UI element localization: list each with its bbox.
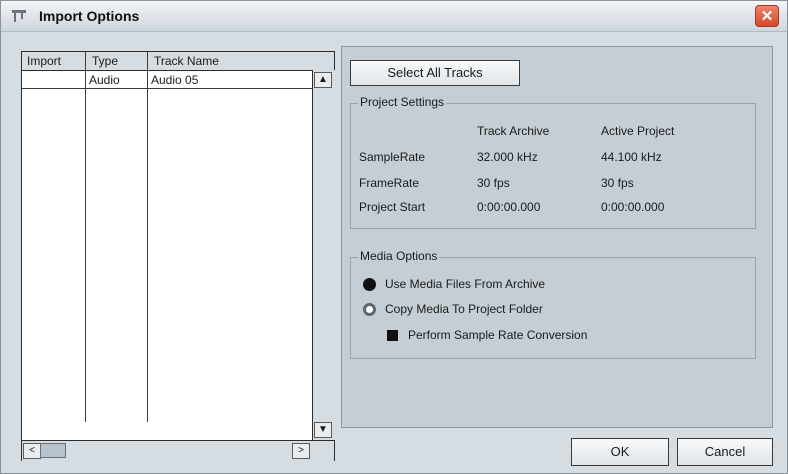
select-all-tracks-button[interactable]: Select All Tracks xyxy=(350,60,520,86)
project-settings-title: Project Settings xyxy=(358,95,447,109)
samplerate-label: SampleRate xyxy=(359,150,426,164)
chevron-left-icon: < xyxy=(29,445,35,456)
scroll-left-button[interactable]: < xyxy=(23,443,41,459)
sample-rate-conversion-label[interactable]: Perform Sample Rate Conversion xyxy=(408,328,587,342)
chevron-right-icon: > xyxy=(298,445,304,456)
project-start-archive-value: 0:00:00.000 xyxy=(477,200,541,214)
cancel-button[interactable]: Cancel xyxy=(677,438,773,466)
framerate-archive-value: 30 fps xyxy=(477,176,510,190)
cell-track-name: Audio 05 xyxy=(151,73,199,87)
scroll-right-button[interactable]: > xyxy=(292,443,310,459)
column-header-type[interactable]: Type xyxy=(92,54,118,68)
framerate-label: FrameRate xyxy=(359,176,420,190)
scroll-down-button[interactable]: ▼ xyxy=(314,422,332,438)
project-settings-group: Project Settings Track Archive Active Pr… xyxy=(350,95,756,229)
close-icon: ✕ xyxy=(760,8,774,25)
cell-type: Audio xyxy=(89,73,120,87)
project-start-label: Project Start xyxy=(359,200,426,214)
scroll-up-button[interactable]: ▲ xyxy=(314,72,332,88)
window-title: Import Options xyxy=(39,8,140,24)
active-project-header: Active Project xyxy=(601,124,675,138)
media-options-group: Media Options Use Media Files From Archi… xyxy=(350,249,756,359)
close-button[interactable]: ✕ xyxy=(755,5,779,27)
project-start-active-value: 0:00:00.000 xyxy=(601,200,665,214)
horizontal-scrollbar[interactable]: < > xyxy=(22,440,334,461)
column-header-import[interactable]: Import xyxy=(27,54,61,68)
use-archive-radio[interactable] xyxy=(363,278,376,291)
chevron-up-icon: ▲ xyxy=(318,74,328,85)
column-divider xyxy=(147,52,148,422)
track-archive-header: Track Archive xyxy=(477,124,550,138)
app-icon xyxy=(12,10,26,22)
column-header-track-name[interactable]: Track Name xyxy=(154,54,219,68)
sample-rate-conversion-checkbox[interactable] xyxy=(387,330,398,341)
chevron-down-icon: ▼ xyxy=(318,424,328,435)
import-options-dialog: Import Options ✕ Import Type Track Name … xyxy=(0,0,788,474)
title-bar[interactable]: Import Options ✕ xyxy=(1,1,787,32)
copy-media-label[interactable]: Copy Media To Project Folder xyxy=(385,302,543,316)
use-archive-label[interactable]: Use Media Files From Archive xyxy=(385,277,545,291)
copy-media-radio[interactable] xyxy=(363,303,376,316)
horizontal-scroll-thumb[interactable] xyxy=(40,443,66,458)
options-panel: Select All Tracks Project Settings Track… xyxy=(341,46,773,428)
ok-button[interactable]: OK xyxy=(571,438,669,466)
vertical-scrollbar[interactable]: ▲ ▼ xyxy=(312,70,335,440)
track-list-header: Import Type Track Name xyxy=(22,52,334,71)
samplerate-active-value: 44.100 kHz xyxy=(601,150,662,164)
media-options-title: Media Options xyxy=(358,249,440,263)
framerate-active-value: 30 fps xyxy=(601,176,634,190)
samplerate-archive-value: 32.000 kHz xyxy=(477,150,538,164)
column-divider xyxy=(85,52,86,422)
track-list[interactable]: Import Type Track Name Audio Audio 05 ▲ … xyxy=(21,51,335,461)
